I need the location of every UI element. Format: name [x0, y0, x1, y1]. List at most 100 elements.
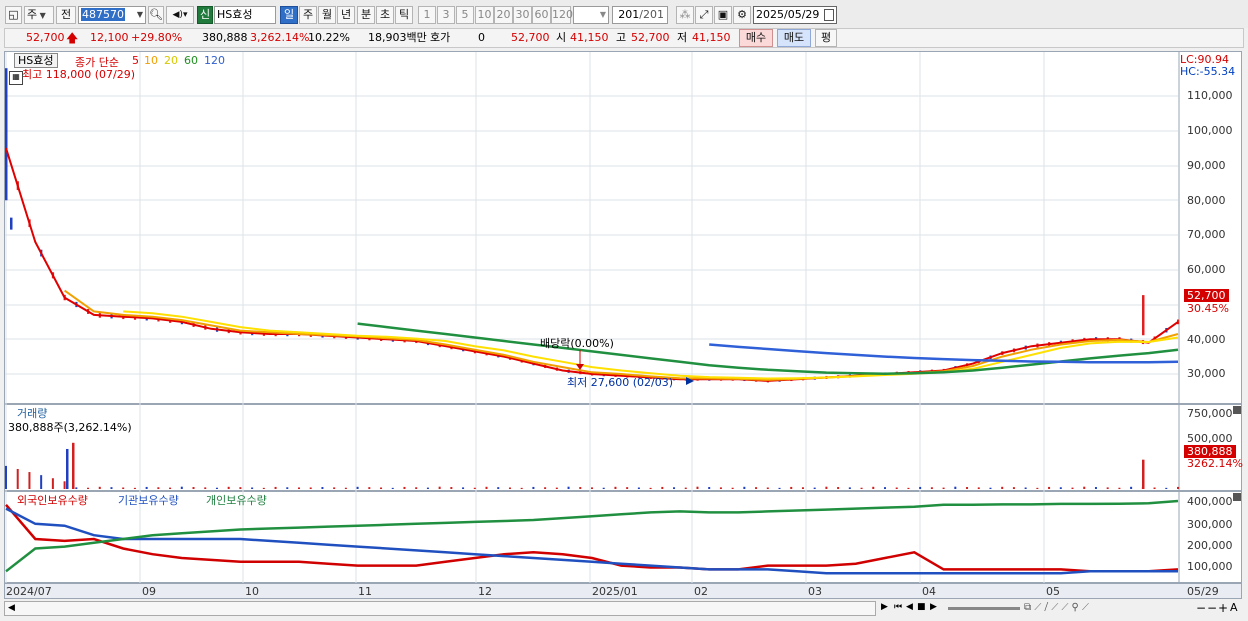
zoom-slider[interactable] [948, 607, 1020, 610]
ma-line-120 [709, 343, 1179, 364]
volume-bar-46 [274, 486, 277, 489]
volume-bar-54 [321, 487, 324, 489]
minus-icon[interactable]: − [1207, 601, 1217, 615]
volume-bar-72 [426, 487, 429, 489]
volume-bar-170 [1001, 486, 1004, 489]
x-label-12: 12 [478, 585, 492, 598]
price-tick-90000: 90,000 [1187, 159, 1226, 172]
volume-bar-96 [567, 486, 570, 489]
volume-bar-44 [262, 487, 265, 489]
scroll-left-icon[interactable]: ◀ [8, 603, 15, 613]
price-tick-100000: 100,000 [1187, 124, 1233, 137]
volume-bar-6 [40, 475, 43, 489]
volume-bar-152 [895, 487, 898, 489]
holdings-tick-200000: 200,000 [1187, 539, 1233, 552]
volume-bar-160 [942, 487, 945, 489]
volume-bar-24 [145, 486, 148, 489]
volume-bar-178 [1048, 486, 1051, 489]
volume-bar-192 [1130, 486, 1133, 489]
x-label-09: 09 [142, 585, 156, 598]
volume-bar-100 [591, 487, 593, 489]
hc-value: HC:-55.34 [1180, 65, 1236, 78]
holdings-tick-100000: 100,000 [1187, 560, 1233, 573]
holdings-panel-close-icon[interactable] [1233, 493, 1241, 501]
volume-bar-22 [133, 487, 136, 489]
holdings-tick-300000: 300,000 [1187, 518, 1233, 531]
zoom-out-icon[interactable]: − [1196, 601, 1206, 615]
dividend-annotation: 배당락(0.00%) [540, 337, 614, 350]
volume-bar-34 [204, 487, 207, 489]
volume-panel-close-icon[interactable] [1233, 406, 1241, 414]
volume-bar-32 [192, 487, 195, 489]
volume-bar-2 [16, 468, 19, 489]
x-label-05: 05 [1046, 585, 1060, 598]
volume-bar-58 [344, 487, 347, 489]
volume-bar-116 [684, 487, 687, 489]
volume-bar-132 [778, 487, 781, 489]
zoom-in-icon[interactable]: + [1218, 601, 1228, 615]
volume-bar-66 [391, 487, 394, 489]
volume-bar-174 [1024, 487, 1027, 489]
volume-bar-188 [1106, 487, 1109, 489]
volume-bar-0 [5, 465, 7, 489]
volume-bar-144 [848, 487, 851, 489]
volume-bar-last [1142, 459, 1145, 489]
scrollbar[interactable] [4, 601, 876, 616]
price-tick-40000: 40,000 [1187, 333, 1226, 346]
volume-bar-184 [1083, 486, 1086, 489]
volume-bar-106 [626, 487, 629, 489]
volume-bar-12 [75, 487, 78, 489]
holdings-legend-foreign: 외국인보유수량 [17, 494, 88, 507]
volume-bar-150 [884, 487, 886, 489]
holdings-line-1 [5, 507, 1178, 575]
volume-bar-186 [1094, 487, 1097, 489]
x-label-10: 10 [245, 585, 259, 598]
volume-bar-162 [954, 486, 957, 489]
current-price-pct: 30.45% [1187, 302, 1229, 315]
volume-bar-78 [462, 487, 465, 489]
volume-bar-90 [532, 486, 535, 489]
candle-last [1142, 295, 1145, 336]
volume-bar-120 [708, 487, 711, 489]
stop-icon[interactable]: ■ [917, 602, 926, 612]
volume-bar-158 [930, 487, 933, 489]
volume-bar-98 [579, 487, 582, 489]
volume-bar-110 [649, 487, 652, 489]
volume-bar-104 [614, 486, 617, 489]
volume-bar-142 [837, 487, 840, 489]
volume-value: 380,888주(3,262.14%) [8, 421, 132, 434]
volume-bar-64 [380, 487, 383, 489]
all-time-high-annotation: 최고 118,000 (07/29) [22, 68, 136, 81]
ma-10-label: 10 [144, 54, 158, 67]
volume-bar-168 [989, 487, 992, 489]
volume-bar-68 [403, 486, 406, 489]
x-label-11: 11 [358, 585, 372, 598]
volume-bar-48 [286, 487, 289, 489]
volume-bar-60 [356, 486, 359, 489]
volume-bar-138 [813, 487, 816, 489]
volume-bar-84 [497, 487, 500, 489]
scroll-right-icon[interactable]: ▶ [881, 602, 888, 612]
volume-bar-128 [755, 487, 758, 489]
scroll-start-icon[interactable]: ⏮ [894, 602, 902, 612]
volume-bar-36 [215, 487, 218, 489]
volume-bar-76 [450, 487, 453, 489]
tools-icons[interactable]: ⧉ ⟋ ⧸ ⟋ ⟋ ⚲ ⟋ [1024, 602, 1089, 613]
candle-ipo [5, 68, 8, 201]
ma-line-20 [123, 310, 1179, 380]
volume-bar-38 [227, 486, 230, 489]
volume-bar-40 [239, 487, 242, 489]
volume-bar-16 [98, 486, 101, 489]
play-icon[interactable]: ◀ [906, 602, 913, 612]
volume-bar-164 [966, 487, 969, 489]
calendar-icon[interactable]: ▦ [9, 71, 23, 85]
scroll-end-icon[interactable]: ▶ [930, 602, 937, 612]
volume-tick-750000: 750,000 [1187, 407, 1233, 420]
volume-bar-166 [977, 487, 980, 489]
font-size-icon[interactable]: A [1230, 601, 1238, 614]
volume-bar-70 [415, 487, 418, 489]
holdings-legend-individual: 개인보유수량 [206, 494, 267, 507]
all-time-low-annotation: 최저 27,600 (02/03) [567, 376, 674, 389]
volume-bar-124 [731, 487, 734, 489]
x-label-02: 02 [694, 585, 708, 598]
